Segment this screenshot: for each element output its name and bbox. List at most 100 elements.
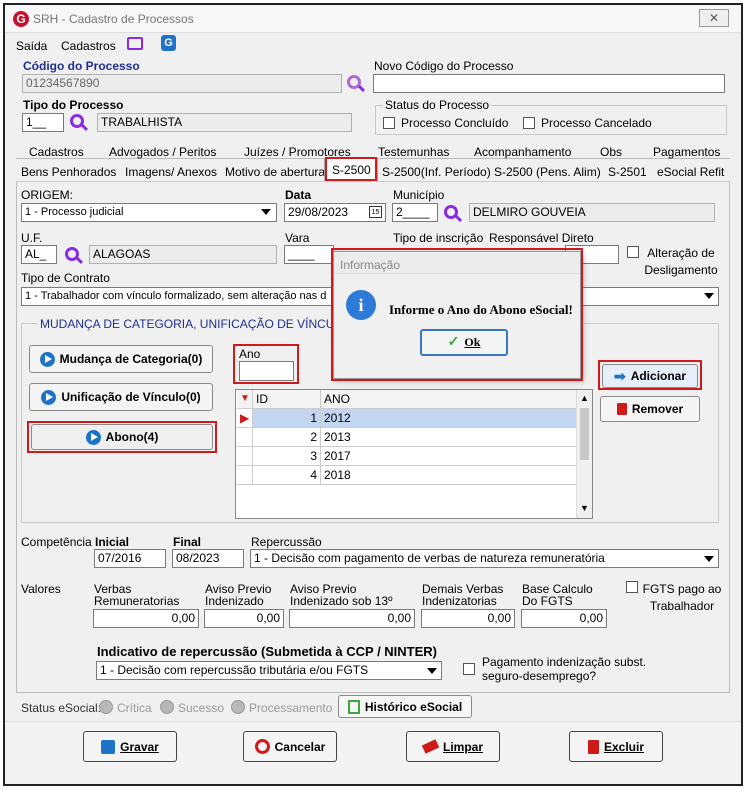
cancel-icon: [254, 739, 270, 754]
alteracao-checkbox[interactable]: [627, 246, 639, 258]
search-icon[interactable]: [444, 205, 458, 219]
app-logo-icon: G: [13, 11, 29, 27]
uf-label: U.F.: [21, 231, 43, 245]
eraser-icon: [421, 739, 440, 754]
remover-button[interactable]: Remover: [600, 396, 700, 422]
tab-s2500-pens[interactable]: S-2500 (Pens. Alim): [494, 165, 601, 179]
verbas-field[interactable]: 0,00: [93, 609, 199, 628]
row-id: 1: [253, 409, 321, 428]
origem-label: ORIGEM:: [21, 188, 74, 202]
novo-codigo-field[interactable]: [373, 74, 725, 93]
chevron-down-icon[interactable]: [704, 556, 714, 562]
indicativo-label: Indicativo de repercussão (Submetida à C…: [97, 644, 438, 659]
aviso13-label: Aviso Previo Indenizado sob 13º: [290, 582, 393, 608]
row-selected-marker-icon: ▶: [237, 409, 253, 428]
scroll-thumb[interactable]: [580, 408, 589, 460]
adicionar-highlight: [598, 360, 702, 390]
aviso-field[interactable]: 0,00: [204, 609, 284, 628]
demais-field[interactable]: 0,00: [421, 609, 515, 628]
uf-code-field[interactable]: AL_: [21, 245, 57, 264]
search-icon[interactable]: [347, 75, 361, 89]
menu-saida[interactable]: Saída: [16, 39, 47, 53]
tab-s2501[interactable]: S-2501: [608, 165, 647, 179]
tab-acompanhamento[interactable]: Acompanhamento: [474, 145, 571, 159]
vara-field[interactable]: ____: [284, 245, 334, 264]
search-icon[interactable]: [70, 114, 84, 128]
tipo-contrato-label: Tipo de Contrato: [21, 271, 110, 285]
grid-header-id[interactable]: ID: [253, 390, 321, 409]
chevron-down-icon[interactable]: [261, 209, 271, 215]
codigo-field[interactable]: 01234567890: [22, 74, 342, 93]
tab-esocial-refit[interactable]: eSocial Refit: [657, 165, 724, 179]
close-button[interactable]: ✕: [699, 9, 729, 27]
municipio-label: Município: [393, 188, 445, 202]
dialog-highlight: [331, 248, 583, 381]
pagamento-indenizacao-checkbox[interactable]: [463, 663, 475, 675]
inicial-field[interactable]: 07/2016: [94, 549, 166, 568]
unificacao-vinculo-button[interactable]: Unificação de Vínculo(0): [29, 383, 213, 411]
aviso-label: Aviso Previo Indenizado: [205, 582, 272, 608]
sucesso-radio[interactable]: [160, 700, 174, 714]
menu-cadastros[interactable]: Cadastros: [61, 39, 116, 53]
table-row[interactable]: 3 2017: [237, 447, 577, 466]
abono-grid[interactable]: ▼ ID ANO ▶ 1 2012 2 2013 3 2017 4 2018 ▲…: [235, 389, 593, 519]
tab-testemunhas[interactable]: Testemunhas: [378, 145, 449, 159]
scroll-up-icon[interactable]: ▲: [580, 393, 589, 403]
ano-field-highlight: [233, 344, 299, 384]
tab-motivo[interactable]: Motivo de abertura: [225, 165, 325, 179]
tab-s2500-highlight: [325, 157, 377, 181]
aviso13-field[interactable]: 0,00: [289, 609, 415, 628]
scroll-down-icon[interactable]: ▼: [580, 503, 589, 513]
grid-scrollbar[interactable]: ▲ ▼: [576, 390, 592, 518]
cancelado-checkbox[interactable]: [523, 117, 535, 129]
tab-imagens[interactable]: Imagens/ Anexos: [125, 165, 217, 179]
historico-esocial-button[interactable]: Histórico eSocial: [338, 695, 472, 718]
municipio-code-field[interactable]: 2____: [392, 203, 438, 222]
tab-obs[interactable]: Obs: [600, 145, 622, 159]
final-label: Final: [173, 535, 202, 549]
origem-select[interactable]: 1 - Processo judicial: [21, 203, 277, 222]
tab-bens[interactable]: Bens Penhorados: [21, 165, 116, 179]
grid-header-ano[interactable]: ANO: [321, 390, 577, 409]
indicativo-select[interactable]: 1 - Decisão com repercussão tributária e…: [96, 661, 442, 680]
table-row[interactable]: 2 2013: [237, 428, 577, 447]
responsavel-label: Responsável Direto: [489, 231, 594, 245]
codigo-label: Código do Processo: [23, 59, 140, 73]
excluir-button[interactable]: Excluir: [569, 731, 663, 762]
critica-label: Crítica: [117, 701, 152, 715]
tab-s2500-periodo[interactable]: S-2500(Inf. Período): [382, 165, 491, 179]
chevron-down-icon[interactable]: [427, 668, 437, 674]
cancelar-button[interactable]: Cancelar: [243, 731, 337, 762]
limpar-button[interactable]: Limpar: [406, 731, 500, 762]
search-icon[interactable]: [65, 247, 79, 261]
repercussao-select[interactable]: 1 - Decisão com pagamento de verbas de n…: [250, 549, 719, 568]
table-row[interactable]: 4 2018: [237, 466, 577, 485]
tab-cadastros[interactable]: Cadastros: [29, 145, 84, 159]
calendar-icon[interactable]: 15: [369, 206, 382, 218]
row-id: 2: [253, 428, 321, 447]
gravar-button[interactable]: Gravar: [83, 731, 177, 762]
row-ano: 2013: [321, 428, 577, 447]
uf-name-field: ALAGOAS: [89, 245, 277, 264]
window-title: SRH - Cadastro de Processos: [33, 12, 194, 26]
tipo-name-field: TRABALHISTA: [97, 113, 352, 132]
row-marker: [237, 466, 253, 485]
chevron-down-icon[interactable]: [704, 293, 714, 299]
final-field[interactable]: 08/2023: [172, 549, 244, 568]
base-field[interactable]: 0,00: [521, 609, 607, 628]
tipo-code-field[interactable]: 1__: [22, 113, 64, 132]
critica-radio[interactable]: [99, 700, 113, 714]
monitor-icon[interactable]: [127, 37, 143, 50]
fgts-pago-checkbox[interactable]: [626, 581, 638, 593]
row-ano: 2017: [321, 447, 577, 466]
tab-pagamentos[interactable]: Pagamentos: [653, 145, 720, 159]
mudanca-categoria-button[interactable]: Mudança de Categoria(0): [29, 345, 213, 373]
table-row[interactable]: ▶ 1 2012: [237, 409, 577, 428]
tab-advogados[interactable]: Advogados / Peritos: [109, 145, 216, 159]
concluido-checkbox[interactable]: [383, 117, 395, 129]
tipo-inscricao-label: Tipo de inscrição: [393, 231, 484, 245]
title-bar: G SRH - Cadastro de Processos ✕: [5, 5, 741, 33]
grid-header-marker: ▼: [237, 390, 253, 409]
esocial-icon[interactable]: G: [161, 35, 176, 51]
processamento-radio[interactable]: [231, 700, 245, 714]
